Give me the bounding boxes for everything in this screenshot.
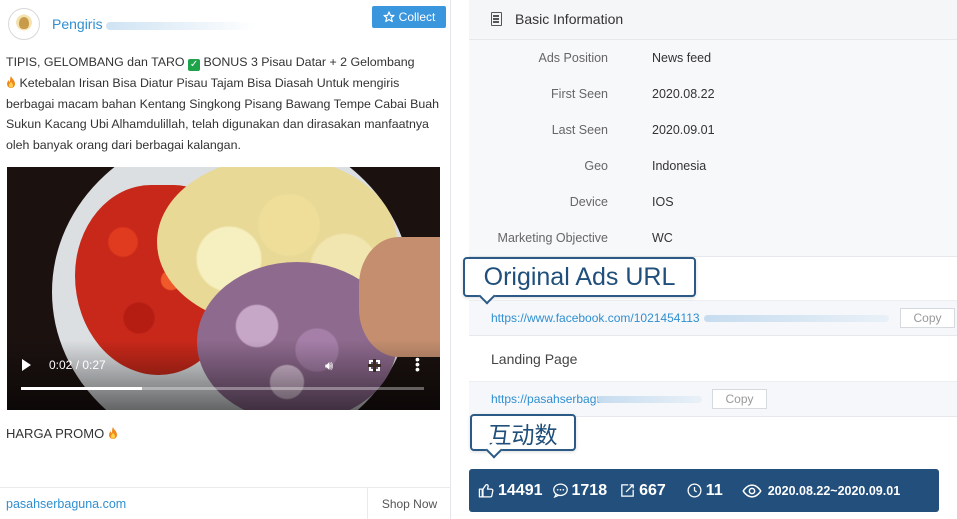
check-mark-icon: ✓ [188, 59, 201, 71]
info-value: News feed [652, 51, 712, 65]
info-key: Ads Position [538, 51, 608, 65]
info-key: First Seen [551, 87, 608, 101]
ad-card: Pengiris Collect TIPIS, GELOMBANG dan TA… [0, 0, 451, 519]
blurred-url [704, 315, 889, 322]
comment-icon [552, 483, 568, 499]
days-stat: 11 [686, 482, 723, 500]
share-icon [621, 484, 634, 497]
fullscreen-icon[interactable] [368, 359, 381, 372]
info-row-marketing-objective: Marketing Objective WC [469, 220, 957, 256]
video-progress-fill [21, 387, 142, 390]
info-value: 2020.09.01 [652, 123, 715, 137]
collect-button[interactable]: Collect [372, 6, 446, 28]
info-value: 2020.08.22 [652, 87, 715, 101]
fire-emoji-icon [7, 75, 15, 88]
ad-body-text: TIPIS, GELOMBANG dan TARO ✓ BONUS 3 Pisa… [6, 52, 446, 156]
info-key: Last Seen [551, 123, 608, 137]
original-ads-url-callout: Original Ads URL [463, 257, 696, 297]
video-progress-bar[interactable] [21, 387, 424, 390]
blurred-page-name [106, 22, 256, 30]
original-ads-url-link[interactable]: https://www.facebook.com/1021454113 [491, 311, 700, 325]
date-range: 2020.08.22~2020.09.01 [767, 483, 901, 498]
info-key: Geo [584, 159, 608, 173]
original-url-row: https://www.facebook.com/1021454113 Copy [469, 300, 957, 336]
info-row-device: Device IOS [469, 184, 957, 220]
star-icon [383, 11, 395, 23]
comments-stat: 1718 [552, 481, 608, 500]
info-row-geo: Geo Indonesia [469, 148, 957, 184]
ad-text-line2: Ketebalan Irisan Bisa Diatur Pisau Tajam… [6, 75, 440, 153]
ad-caption: HARGA PROMO [6, 426, 118, 441]
volume-icon[interactable]: 🔊︎ [325, 358, 333, 374]
landing-page-header: Landing Page [469, 337, 957, 381]
shares-count: 667 [639, 481, 666, 499]
comments-count: 1718 [571, 481, 608, 499]
likes-count: 14491 [498, 481, 543, 499]
ad-text-line1b: BONUS 3 Pisau Datar + 2 Gelombang [200, 55, 415, 69]
ad-video[interactable]: 0:02 / 0:27 🔊︎ • • • [7, 167, 440, 410]
basic-info-header: Basic Information [469, 0, 957, 40]
info-value: WC [652, 231, 673, 245]
video-controls-shade [7, 340, 440, 410]
info-key: Device [569, 195, 608, 209]
thumbs-up-icon [478, 484, 494, 498]
document-icon [491, 12, 502, 26]
page-name[interactable]: Pengiris [52, 16, 103, 32]
likes-stat: 14491 [478, 482, 543, 500]
engagement-callout: 互动数 [470, 414, 576, 451]
info-row-ads-position: Ads Position News feed [469, 40, 957, 76]
days-count: 11 [705, 481, 723, 499]
page-avatar[interactable] [8, 8, 40, 40]
landing-page-title: Landing Page [491, 351, 578, 367]
landing-page-row: https://pasahserbagu Copy [469, 381, 957, 417]
ad-footer: pasahserbaguna.com Shop Now [0, 487, 451, 519]
landing-page-link[interactable]: https://pasahserbagu [491, 392, 603, 406]
collect-label: Collect [398, 10, 436, 24]
ad-text-line1: TIPIS, GELOMBANG dan TARO [6, 55, 189, 69]
play-icon[interactable] [22, 359, 31, 371]
ad-caption-text: HARGA PROMO [6, 426, 108, 441]
video-time: 0:02 / 0:27 [49, 358, 106, 372]
copy-landing-url-button[interactable]: Copy [712, 389, 767, 409]
ad-domain-link[interactable]: pasahserbaguna.com [6, 497, 126, 511]
engagement-stats-bar: 14491 1718 667 11 2020.08.22~2020.09.01 [469, 469, 939, 512]
shop-now-button[interactable]: Shop Now [367, 488, 451, 519]
copy-original-url-button[interactable]: Copy [900, 308, 955, 328]
info-row-first-seen: First Seen 2020.08.22 [469, 76, 957, 112]
clock-icon [687, 483, 702, 498]
basic-info-table: Ads Position News feed First Seen 2020.0… [469, 40, 957, 256]
info-value: IOS [652, 195, 674, 209]
more-options-icon[interactable]: • • • [415, 352, 420, 376]
blurred-url [597, 396, 702, 403]
ad-header: Pengiris Collect [6, 6, 446, 42]
info-key: Marketing Objective [497, 231, 608, 245]
date-range-stat: 2020.08.22~2020.09.01 [742, 481, 900, 501]
eye-icon [742, 483, 762, 498]
info-row-last-seen: Last Seen 2020.09.01 [469, 112, 957, 148]
shares-stat: 667 [619, 482, 666, 500]
fire-emoji-icon [108, 427, 117, 439]
info-value: Indonesia [652, 159, 707, 173]
video-frame-hand [359, 237, 440, 357]
basic-info-title: Basic Information [515, 11, 624, 27]
